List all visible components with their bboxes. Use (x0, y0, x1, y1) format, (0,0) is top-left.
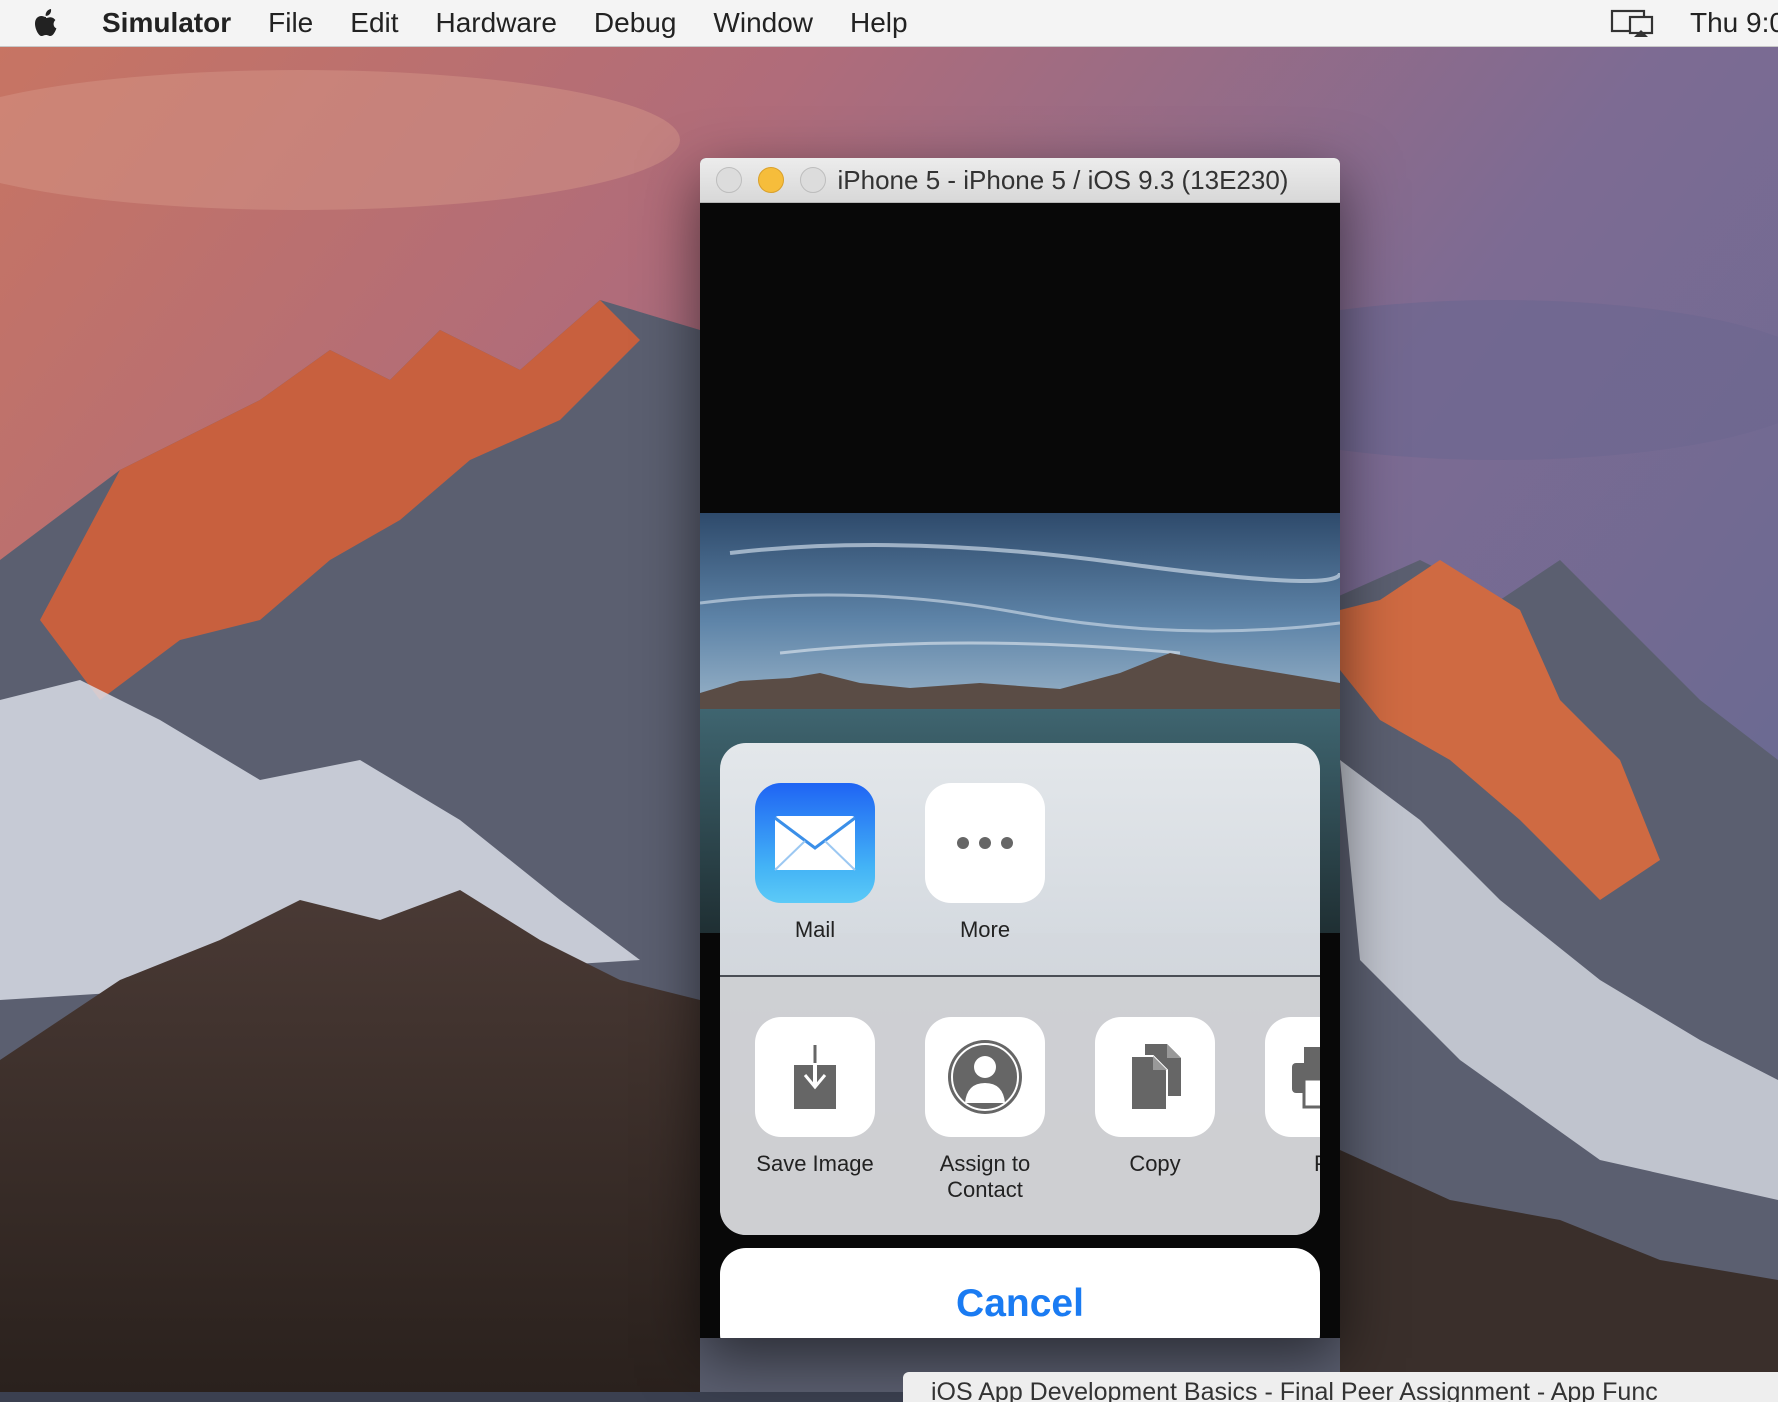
simulator-window: iPhone 5 - iPhone 5 / iOS 9.3 (13E230) M… (700, 158, 1340, 1338)
share-app-more-label: More (959, 917, 1011, 942)
window-titlebar[interactable]: iPhone 5 - iPhone 5 / iOS 9.3 (13E230) (700, 158, 1340, 203)
share-apps-row: Mail More (720, 743, 1320, 977)
contact-icon (925, 1017, 1045, 1137)
menu-hardware[interactable]: Hardware (436, 7, 557, 39)
share-app-more[interactable]: More (900, 783, 1070, 943)
menu-bar: Simulator File Edit Hardware Debug Windo… (0, 0, 1778, 47)
share-actions-row: Save Image Assign to Contact Copy (720, 977, 1320, 1235)
airplay-display-icon[interactable] (1610, 8, 1656, 38)
action-copy[interactable]: Copy (1070, 1017, 1240, 1177)
share-app-mail[interactable]: Mail (730, 783, 900, 943)
menu-app-name[interactable]: Simulator (102, 7, 231, 39)
action-save-image-label: Save Image (756, 1151, 874, 1176)
apple-menu-icon[interactable] (32, 7, 72, 39)
menu-window[interactable]: Window (713, 7, 813, 39)
window-title: iPhone 5 - iPhone 5 / iOS 9.3 (13E230) (837, 164, 1289, 195)
action-print[interactable]: Pr (1240, 1017, 1320, 1177)
share-sheet: Mail More Save Image Assign to Contact C… (720, 743, 1320, 1235)
menu-edit[interactable]: Edit (350, 7, 398, 39)
action-copy-label: Copy (1129, 1151, 1181, 1176)
more-icon (925, 783, 1045, 903)
copy-icon (1095, 1017, 1215, 1137)
action-assign-contact-label: Assign to Contact (939, 1151, 1031, 1202)
device-screen: Mail More Save Image Assign to Contact C… (700, 203, 1340, 1338)
save-image-icon (755, 1017, 875, 1137)
share-app-mail-label: Mail (794, 917, 836, 942)
action-save-image[interactable]: Save Image (730, 1017, 900, 1177)
action-print-label: Pr (1240, 1151, 1320, 1177)
menu-clock[interactable]: Thu 9:0 (1690, 7, 1778, 39)
menu-debug[interactable]: Debug (594, 7, 677, 39)
menu-help[interactable]: Help (850, 7, 908, 39)
action-assign-contact[interactable]: Assign to Contact (900, 1017, 1070, 1203)
cancel-button[interactable]: Cancel (720, 1248, 1320, 1338)
background-window-title[interactable]: iOS App Development Basics - Final Peer … (903, 1372, 1778, 1402)
print-icon (1265, 1017, 1320, 1137)
mail-icon (755, 783, 875, 903)
menu-file[interactable]: File (268, 7, 313, 39)
